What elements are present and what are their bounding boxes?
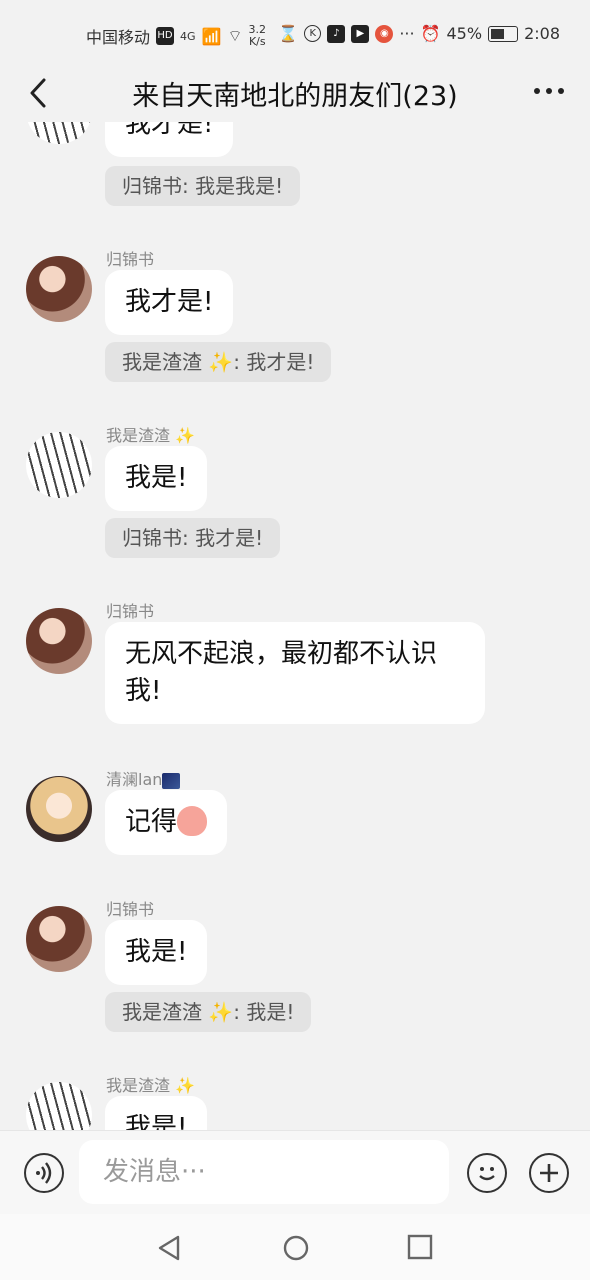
- message-bubble[interactable]: 记得: [105, 790, 228, 855]
- pink-blob-emoji-icon: [177, 805, 208, 836]
- message-bubble[interactable]: 我才是!: [105, 270, 234, 335]
- more-notifications-icon: ···: [399, 24, 415, 43]
- emoji-icon[interactable]: [467, 1153, 507, 1193]
- tiktok-icon: ♪: [327, 24, 346, 43]
- hd-icon: HD: [156, 27, 175, 45]
- avatar[interactable]: [26, 432, 92, 498]
- sender-name: 我是渣渣 ✨: [106, 422, 195, 446]
- message-list[interactable]: 我才是! 归锦书: 我是我是! 归锦书 我才是! 我是渣渣 ✨: 我才是! 我是…: [0, 122, 590, 1130]
- message-text: 我是!: [125, 463, 188, 493]
- signal-icon: 📶: [201, 26, 222, 46]
- sender-name-text: 清澜lan: [106, 770, 163, 789]
- message-input[interactable]: [79, 1140, 449, 1204]
- alarm-icon: ⏰: [420, 24, 441, 43]
- sender-name: 归锦书: [106, 900, 155, 919]
- quote-text: 我是渣渣 ✨: 我才是!: [122, 350, 315, 374]
- battery-level: [491, 28, 504, 39]
- nav-back-icon[interactable]: [156, 1234, 182, 1262]
- message-bubble[interactable]: 无风不起浪，最初都不认识我!: [105, 622, 485, 724]
- sender-name-text: 我是渣渣: [106, 426, 171, 445]
- avatar[interactable]: [26, 1082, 92, 1130]
- quote-text: 归锦书: 我才是!: [122, 526, 264, 550]
- sparkle-icon: ✨: [175, 1076, 196, 1095]
- status-left: 中国移动 HD 4G 📶 ⌔ 3.2 K/s: [86, 24, 266, 48]
- battery-icon: [488, 25, 519, 42]
- message-text: 我是!: [125, 1113, 188, 1130]
- status-bar: 中国移动 HD 4G 📶 ⌔ 3.2 K/s ⌛ K ♪ ▶ ◉ ··· ⏰ 4…: [0, 0, 590, 64]
- clock: 2:08: [524, 24, 560, 43]
- more-options-icon[interactable]: [534, 88, 564, 94]
- sender-name: 归锦书: [106, 602, 155, 621]
- message-text: 我是!: [125, 937, 188, 967]
- sender-name: 清澜lan: [106, 766, 181, 790]
- sender-name: 我是渣渣 ✨: [106, 1072, 195, 1096]
- avatar[interactable]: [26, 256, 92, 322]
- message-bubble[interactable]: 我是!: [105, 446, 208, 511]
- quote-text: 我是渣渣 ✨: 我是!: [122, 1000, 295, 1024]
- speed-unit: K/s: [248, 35, 266, 48]
- reply-quote[interactable]: 我是渣渣 ✨: 我是!: [105, 992, 312, 1032]
- system-nav-bar: [0, 1214, 590, 1280]
- message-text: 记得: [125, 807, 178, 837]
- sparkle-icon: ✨: [175, 426, 196, 445]
- network-speed: 3.2 K/s: [249, 24, 267, 48]
- avatar[interactable]: [26, 776, 92, 842]
- sender-name-text: 我是渣渣: [106, 1076, 171, 1095]
- night-sky-icon: [162, 772, 181, 789]
- message-text: 我才是!: [125, 287, 214, 317]
- hourglass-icon: ⌛: [278, 24, 299, 43]
- group-title: 来自天南地北的朋友们(23): [132, 81, 458, 112]
- message-text: 我才是!: [125, 122, 214, 139]
- avatar[interactable]: [26, 608, 92, 674]
- sender-name: 归锦书: [106, 250, 155, 269]
- wifi-icon: ⌔: [227, 26, 243, 45]
- k-app-icon: K: [304, 25, 322, 42]
- nav-recents-icon[interactable]: [407, 1234, 433, 1260]
- red-app-icon: ◉: [375, 24, 394, 43]
- status-right: ⌛ K ♪ ▶ ◉ ··· ⏰ 45% 2:08: [278, 24, 560, 43]
- video-app-icon: ▶: [351, 24, 370, 43]
- battery-percent: 45%: [446, 24, 483, 43]
- message-bubble[interactable]: 我是!: [105, 920, 208, 985]
- plus-icon[interactable]: [529, 1153, 569, 1193]
- carrier-label: 中国移动: [86, 28, 151, 47]
- message-bubble[interactable]: 我才是!: [105, 122, 234, 157]
- message-text: 无风不起浪，最初都不认识我!: [125, 639, 438, 706]
- message-bubble[interactable]: 我是!: [105, 1096, 208, 1130]
- chat-header: 来自天南地北的朋友们(23): [0, 64, 590, 122]
- input-bar: [0, 1130, 590, 1215]
- avatar[interactable]: [26, 906, 92, 972]
- avatar[interactable]: [26, 122, 92, 144]
- reply-quote[interactable]: 我是渣渣 ✨: 我才是!: [105, 342, 332, 382]
- nav-home-icon[interactable]: [282, 1234, 310, 1262]
- reply-quote[interactable]: 归锦书: 我才是!: [105, 518, 281, 558]
- voice-input-icon[interactable]: [24, 1153, 64, 1193]
- reply-quote[interactable]: 归锦书: 我是我是!: [105, 166, 301, 206]
- quote-text: 归锦书: 我是我是!: [122, 174, 284, 198]
- network-label: 4G: [180, 29, 196, 43]
